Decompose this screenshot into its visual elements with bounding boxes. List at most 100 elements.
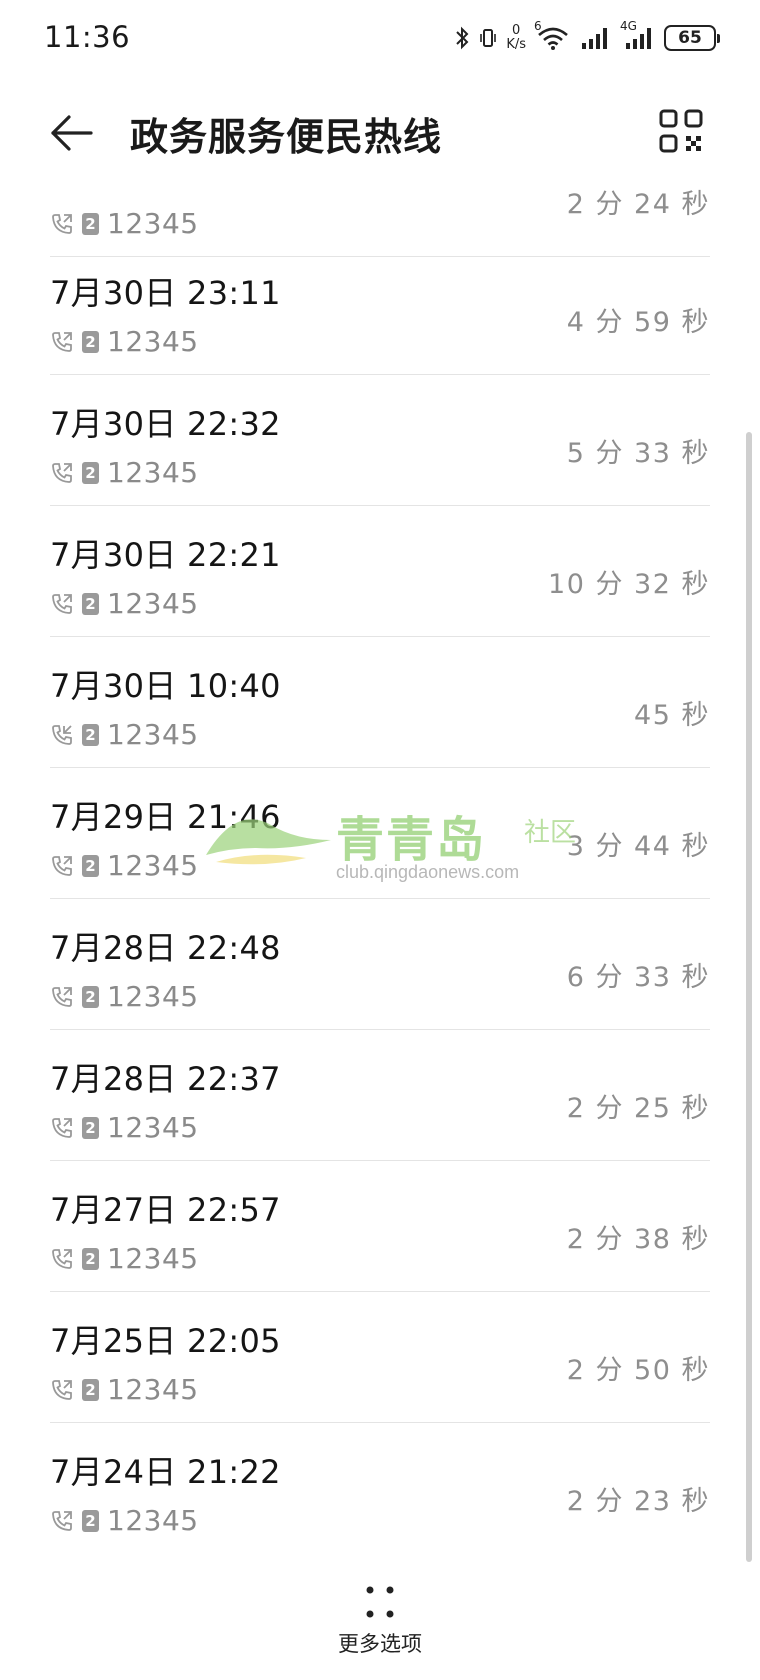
- call-date: 7月28日 22:37: [50, 1060, 281, 1098]
- sim-badge: 2: [82, 330, 99, 353]
- call-number: 12345: [107, 1242, 199, 1275]
- call-duration: 3 分 44 秒: [566, 831, 710, 862]
- sim-badge: 2: [82, 212, 99, 235]
- call-meta: 2 12345: [50, 980, 199, 1013]
- call-log-row[interactable]: 7月24日 21:22 2 12345 2 分 23 秒: [50, 1423, 710, 1554]
- outgoing-call-icon: [50, 1378, 74, 1402]
- call-log-row[interactable]: 7月30日 22:32 2 12345 5 分 33 秒: [50, 375, 710, 506]
- call-date: 7月29日 21:46: [50, 798, 281, 836]
- battery-icon: 65: [664, 25, 720, 51]
- qr-code-button[interactable]: [658, 108, 708, 158]
- arrow-left-icon: [51, 115, 93, 151]
- sim-badge: 2: [82, 985, 99, 1008]
- status-icons: 0 K/s 6 4G 65: [454, 18, 720, 58]
- call-log-row[interactable]: 7月25日 22:05 2 12345 2 分 50 秒: [50, 1292, 710, 1423]
- network-speed-value: 0: [512, 23, 521, 38]
- call-number: 12345: [107, 1373, 199, 1406]
- call-meta: 2 12345: [50, 718, 199, 751]
- network-speed-unit: K/s: [506, 37, 526, 52]
- outgoing-call-icon: [50, 1247, 74, 1271]
- call-date: 7月30日 23:11: [50, 274, 281, 312]
- incoming-call-icon: [50, 723, 74, 747]
- outgoing-call-icon: [50, 592, 74, 616]
- call-meta: 2 12345: [50, 1242, 199, 1275]
- call-number: 12345: [107, 207, 199, 240]
- call-meta: 2 12345: [50, 1373, 199, 1406]
- call-duration: 10 分 32 秒: [548, 569, 710, 600]
- call-date: 7月28日 22:48: [50, 929, 281, 967]
- signal-icon-2: 4G: [620, 19, 654, 51]
- call-meta: 2 12345: [50, 1111, 199, 1144]
- outgoing-call-icon: [50, 461, 74, 485]
- call-log-row[interactable]: 7月28日 22:37 2 12345 2 分 25 秒: [50, 1030, 710, 1161]
- call-meta: 2 12345: [50, 587, 199, 620]
- sim-badge: 2: [82, 723, 99, 746]
- signal-icon-1: [580, 25, 610, 51]
- outgoing-call-icon: [50, 330, 74, 354]
- sim-badge: 2: [82, 1247, 99, 1270]
- wifi-icon: 6: [534, 19, 570, 51]
- status-time: 11:36: [44, 20, 131, 54]
- sim-badge: 2: [82, 461, 99, 484]
- call-date: 7月30日 10:40: [50, 667, 281, 705]
- call-duration: 2 分 50 秒: [566, 1355, 710, 1386]
- call-duration: 5 分 33 秒: [566, 438, 710, 469]
- call-meta: 2 12345: [50, 849, 199, 882]
- call-number: 12345: [107, 1111, 199, 1144]
- call-duration: 45 秒: [634, 700, 710, 731]
- back-button[interactable]: [46, 108, 96, 158]
- call-date: 7月30日 22:21: [50, 536, 281, 574]
- call-log-row[interactable]: 7月27日 22:57 2 12345 2 分 38 秒: [50, 1161, 710, 1292]
- sim-badge: 2: [82, 1509, 99, 1532]
- sim-badge: 2: [82, 854, 99, 877]
- call-log-list[interactable]: 2 12345 2 分 24 秒 7月30日 23:11 2 12345 4 分…: [0, 188, 760, 1558]
- sim-badge: 2: [82, 592, 99, 615]
- call-duration: 2 分 38 秒: [566, 1224, 710, 1255]
- sim-badge: 2: [82, 1378, 99, 1401]
- outgoing-call-icon: [50, 1116, 74, 1140]
- call-meta: 2 12345: [50, 207, 199, 240]
- call-date: 7月24日 21:22: [50, 1453, 281, 1491]
- call-duration: 2 分 25 秒: [566, 1093, 710, 1124]
- qr-code-icon: [659, 109, 703, 153]
- call-log-row[interactable]: 7月30日 23:11 2 12345 4 分 59 秒: [50, 244, 710, 375]
- call-duration: 2 分 23 秒: [566, 1486, 710, 1517]
- call-number: 12345: [107, 587, 199, 620]
- more-options-button[interactable]: 更多选项: [320, 1582, 440, 1672]
- network-speed: 0 K/s: [506, 24, 526, 52]
- call-date: 7月25日 22:05: [50, 1322, 281, 1360]
- page-title: 政务服务便民热线: [130, 115, 443, 159]
- bluetooth-icon: [454, 25, 470, 51]
- call-duration: 2 分 24 秒: [566, 189, 710, 220]
- call-log-row[interactable]: 7月28日 22:48 2 12345 6 分 33 秒: [50, 899, 710, 1030]
- status-bar: 11:36 0 K/s 6 4G 65: [0, 0, 760, 76]
- call-number: 12345: [107, 849, 199, 882]
- battery-level: 65: [678, 28, 702, 48]
- call-number: 12345: [107, 325, 199, 358]
- call-duration: 4 分 59 秒: [566, 307, 710, 338]
- call-log-row[interactable]: 7月30日 10:40 2 12345 45 秒: [50, 637, 710, 768]
- vibrate-icon: [480, 25, 497, 51]
- call-number: 12345: [107, 980, 199, 1013]
- outgoing-call-icon: [50, 212, 74, 236]
- call-meta: 2 12345: [50, 456, 199, 489]
- call-number: 12345: [107, 718, 199, 751]
- more-dots-icon: [366, 1586, 394, 1618]
- wifi-tag: 6: [534, 19, 542, 33]
- call-number: 12345: [107, 456, 199, 489]
- scrollbar[interactable]: [746, 432, 752, 1562]
- outgoing-call-icon: [50, 854, 74, 878]
- outgoing-call-icon: [50, 1509, 74, 1533]
- call-date: 7月30日 22:32: [50, 405, 281, 443]
- outgoing-call-icon: [50, 985, 74, 1009]
- call-log-row[interactable]: 7月29日 21:46 2 12345 3 分 44 秒: [50, 768, 710, 899]
- app-bar: 政务服务便民热线: [0, 76, 760, 188]
- call-meta: 2 12345: [50, 1504, 199, 1537]
- sim-badge: 2: [82, 1116, 99, 1139]
- call-meta: 2 12345: [50, 325, 199, 358]
- cell-tag: 4G: [620, 19, 637, 33]
- more-options-label: 更多选项: [338, 1632, 422, 1656]
- call-date: 7月27日 22:57: [50, 1191, 281, 1229]
- call-number: 12345: [107, 1504, 199, 1537]
- call-log-row[interactable]: 7月30日 22:21 2 12345 10 分 32 秒: [50, 506, 710, 637]
